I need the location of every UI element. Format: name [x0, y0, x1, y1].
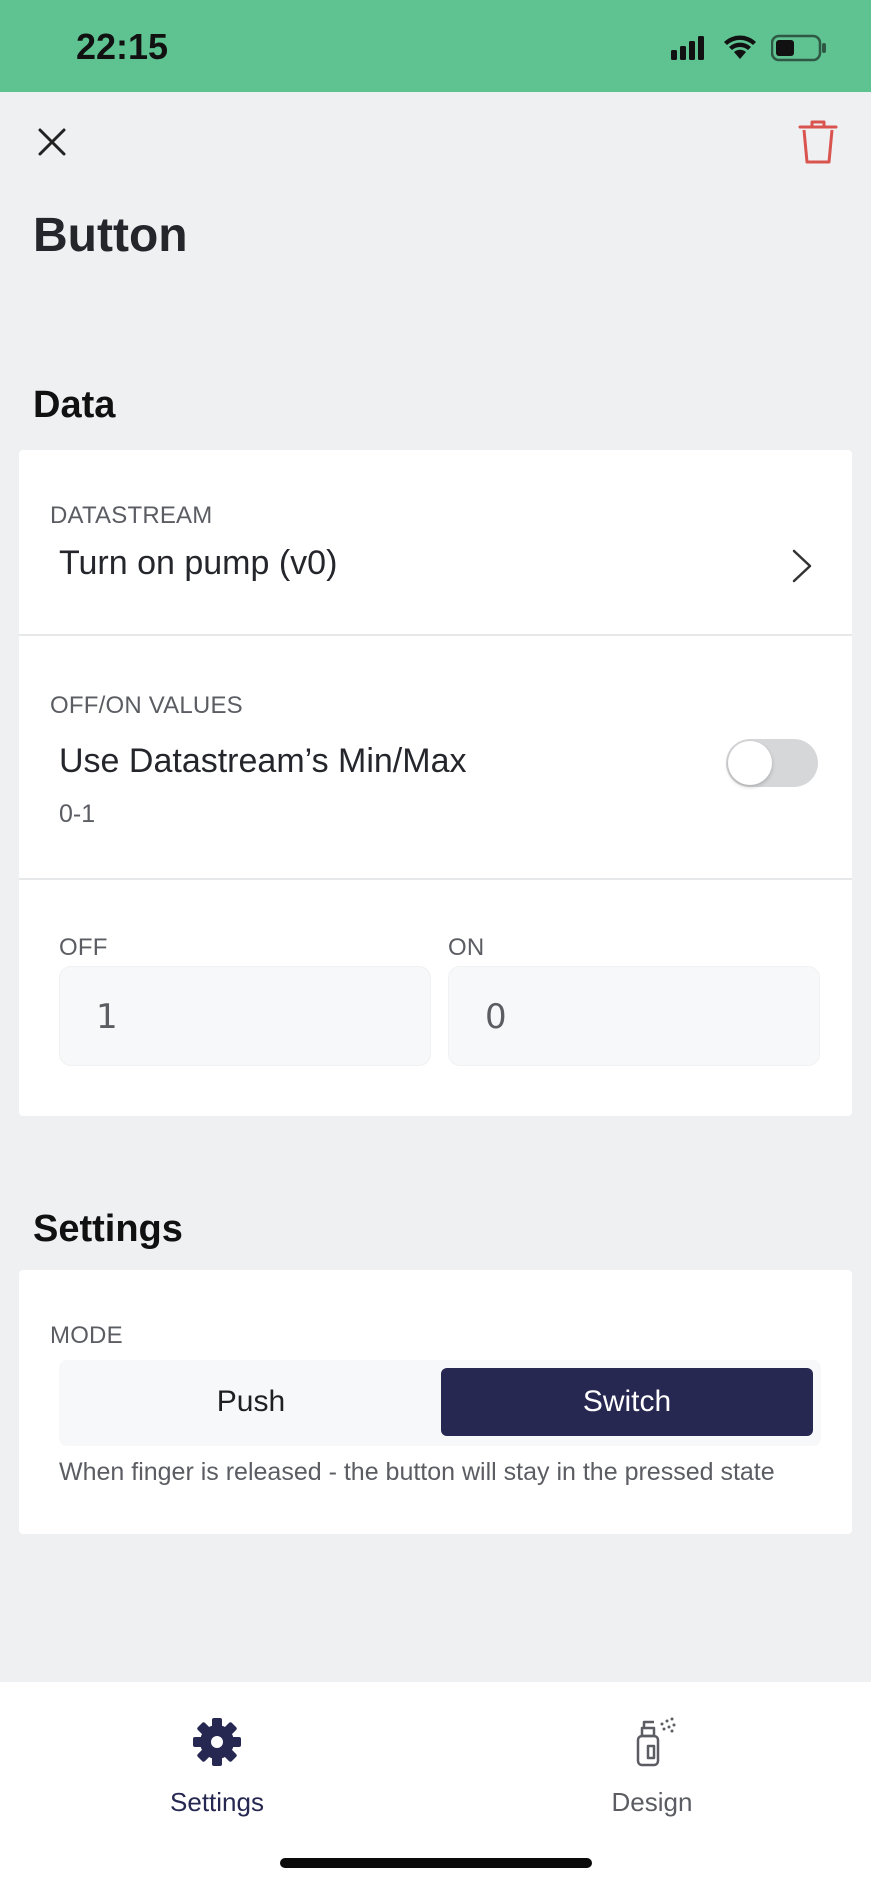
tab-design[interactable]: Design [552, 1716, 752, 1818]
home-indicator [280, 1858, 592, 1868]
status-bar: 22:15 [0, 0, 871, 92]
mode-caption: MODE [50, 1322, 123, 1349]
signal-icon [671, 36, 704, 60]
chevron-right-icon [792, 549, 812, 583]
close-button[interactable] [30, 120, 74, 164]
mode-description: When finger is released - the button wil… [59, 1458, 775, 1486]
data-section-title: Data [33, 384, 116, 426]
on-value-input[interactable]: 0 [448, 966, 820, 1066]
tab-settings-label: Settings [170, 1787, 264, 1817]
on-label: ON [448, 934, 485, 961]
status-time: 22:15 [76, 26, 169, 67]
gear-icon [193, 1718, 241, 1766]
status-icons [671, 30, 827, 66]
off-label: OFF [59, 934, 108, 961]
tab-design-label: Design [611, 1787, 693, 1817]
datastream-value: Turn on pump (v0) [59, 544, 338, 582]
data-card: DATASTREAM Turn on pump (v0) OFF/ON VALU… [19, 450, 852, 1116]
datastream-caption: DATASTREAM [50, 502, 213, 529]
wifi-icon [724, 35, 756, 59]
battery-icon [771, 34, 826, 62]
min-max-toggle-label: Use Datastream’s Min/Max [59, 742, 467, 780]
datastream-row[interactable]: DATASTREAM Turn on pump (v0) [19, 450, 852, 634]
settings-section-title: Settings [33, 1208, 183, 1250]
close-icon [38, 128, 66, 156]
range-text: 0-1 [59, 800, 96, 828]
toggle-knob [728, 741, 772, 785]
divider [19, 878, 852, 880]
settings-card: MODE Push Switch When finger is released… [19, 1270, 852, 1534]
off-value-input[interactable]: 1 [59, 966, 431, 1066]
tab-settings[interactable]: Settings [117, 1716, 317, 1818]
page-title: Button [33, 209, 188, 262]
off-on-values-caption: OFF/ON VALUES [50, 692, 243, 719]
min-max-toggle[interactable] [726, 739, 818, 787]
mode-segmented-control: Push Switch [59, 1360, 821, 1446]
divider [19, 634, 852, 636]
mode-switch-option[interactable]: Switch [441, 1368, 813, 1436]
mode-push-option[interactable]: Push [59, 1368, 443, 1436]
spray-bottle-icon [636, 1717, 676, 1767]
trash-icon [798, 120, 838, 164]
bottom-tab-bar: Settings Design [0, 1682, 871, 1884]
delete-button[interactable] [795, 118, 841, 166]
